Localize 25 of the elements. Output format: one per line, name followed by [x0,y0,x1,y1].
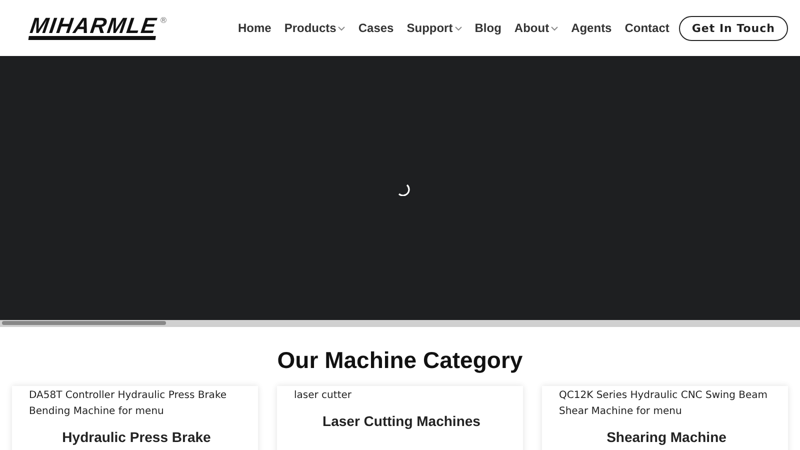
nav-link[interactable]: About [514,21,558,35]
nav-link[interactable]: Blog [474,21,502,35]
nav-link[interactable]: Products [284,21,346,35]
nav-link[interactable]: Cases [358,21,394,35]
chevron-down-icon [338,26,346,30]
chevron-down-icon [454,26,462,30]
chevron-down-icon [551,26,558,30]
nav-link[interactable]: Support [406,21,462,35]
card-title: Laser Cutting Machines [322,413,482,429]
get-in-touch-button[interactable]: Get In Touch [678,16,788,40]
card-title: Shearing Machine [606,429,728,445]
section-title: Our Machine Category [276,347,524,374]
card-title: Hydraulic Press Brake [61,429,212,445]
image-alt-text: laser cutter [294,389,352,403]
nav-link[interactable]: Home [238,21,272,35]
logo[interactable]: MIHARMLE [28,16,158,40]
scrollbar-thumb[interactable] [2,321,166,325]
registered-mark: ® [160,16,168,25]
category-card[interactable]: laser cutter Laser Cutting Machines [277,386,523,450]
image-alt-text: DA58T Controller Hydraulic Press Brake Bending Machine for menu [29,389,228,419]
category-card[interactable]: QC12K Series Hydraulic CNC Swing Beam Shear Machine for menu Shearing Machine [542,386,788,450]
image-alt-text: QC12K Series Hydraulic CNC Swing Beam Shear Machine for menu [559,389,769,419]
nav-link[interactable]: Contact [624,21,670,35]
nav-link[interactable]: Agents [571,21,612,35]
category-card[interactable]: DA58T Controller Hydraulic Press Brake Bending Machine for menu Hydraulic Press Brake [12,386,258,450]
